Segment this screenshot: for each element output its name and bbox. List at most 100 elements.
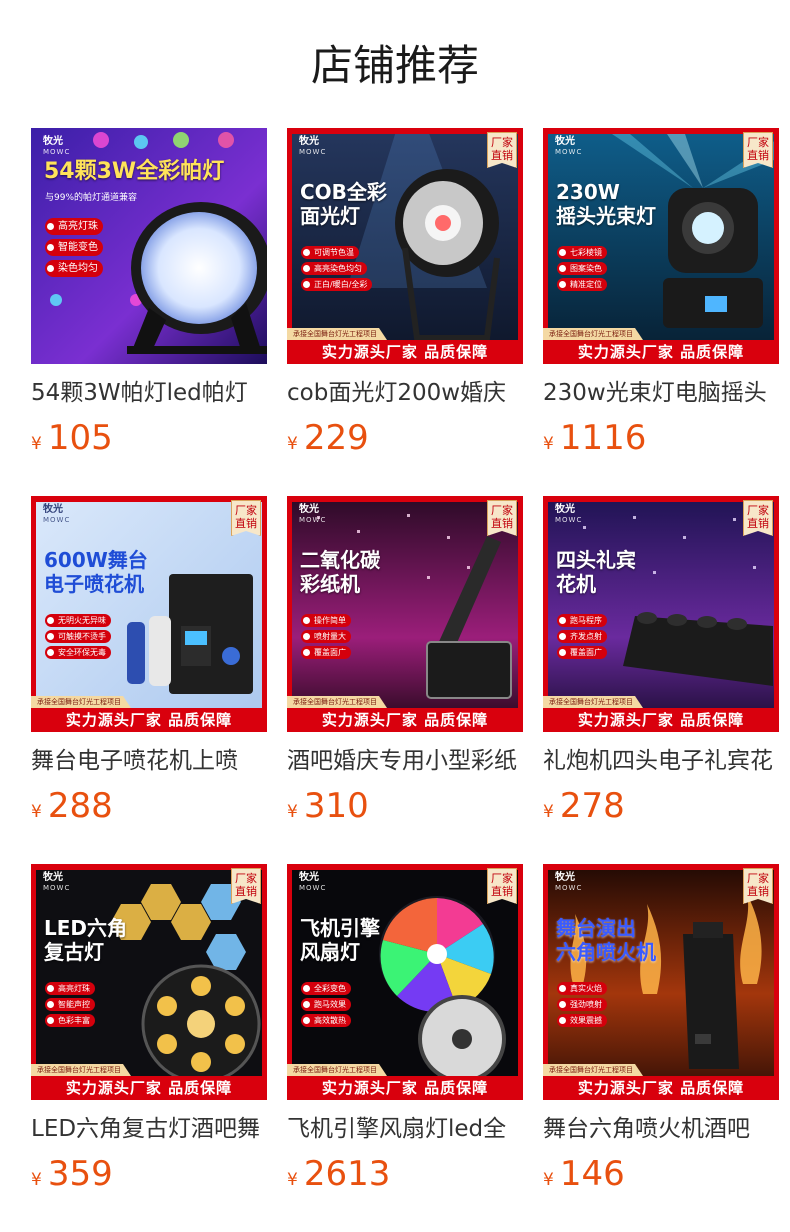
bullet-icon (47, 1001, 54, 1008)
product-image[interactable]: 厂家 直销 牧光 MOWC COB全彩 面光灯 可调节色温 高亮染色均匀 正白/暖… (287, 128, 523, 364)
feature-list: 高亮灯珠 智能声控 色彩丰富 (45, 982, 95, 1030)
price-value: 2613 (303, 1154, 391, 1194)
bullet-icon (303, 985, 310, 992)
product-image[interactable]: 厂家 直销 牧光 MOWC 600W舞台 电子喷花机 无明火无异味 可触摸不烫手 … (31, 496, 267, 732)
product-image[interactable]: 厂家 直销 牧光 MOWC 二氧化碳 彩纸机 操作简单 喷射量大 覆盖面广 承接全… (287, 496, 523, 732)
image-frame (774, 496, 779, 732)
product-headline: 飞机引擎 风扇灯 (300, 916, 380, 964)
feature-tag: 安全环保无毒 (45, 646, 111, 659)
feature-tag: 高亮灯珠 (45, 982, 95, 995)
promo-banner: 实力源头厂家 品质保障 (543, 1076, 779, 1100)
project-ribbon: 承接全国舞台灯光工程项目 (287, 696, 387, 708)
product-image[interactable]: 厂家 直销 牧光 MOWC 230W 摇头光束灯 七彩棱镜 图案染色 精准定位 承… (543, 128, 779, 364)
factory-direct-badge: 厂家 直销 (487, 500, 517, 536)
project-ribbon: 承接全国舞台灯光工程项目 (543, 696, 643, 708)
product-image[interactable]: 厂家 直销 牧光 MOWC LED六角 复古灯 高亮灯珠 智能声控 色彩丰富 承接… (31, 864, 267, 1100)
currency-symbol: ¥ (543, 434, 554, 454)
feature-tag: 全彩变色 (301, 982, 351, 995)
product-headline: 230W 摇头光束灯 (556, 180, 656, 228)
promo-banner: 实力源头厂家 品质保障 (543, 708, 779, 732)
project-ribbon: 承接全国舞台灯光工程项目 (287, 1064, 387, 1076)
brand-logo: 牧光 MOWC (555, 872, 583, 892)
brand-logo: 牧光 MOWC (43, 504, 71, 524)
feature-tag: 七彩棱镜 (557, 246, 607, 259)
product-title[interactable]: 舞台六角喷火机酒吧 (543, 1114, 779, 1144)
promo-banner: 实力源头厂家 品质保障 (287, 1076, 523, 1100)
factory-direct-badge: 厂家 直销 (487, 868, 517, 904)
product-card[interactable]: 厂家 直销 牧光 MOWC 舞台演出 六角喷火机 真实火焰 强劲喷射 效果震撼 承… (543, 864, 779, 1204)
bullet-icon (559, 281, 566, 288)
product-card[interactable]: 牧光 MOWC 54颗3W全彩帕灯 与99%的帕灯通道兼容 高亮灯珠 智能变色 染… (31, 128, 267, 468)
feature-tag: 智能变色 (45, 239, 103, 256)
feature-tag: 智能声控 (45, 998, 95, 1011)
image-frame (774, 864, 779, 1100)
brand-logo: 牧光 MOWC (299, 872, 327, 892)
product-subline: 与99%的帕灯通道兼容 (45, 193, 138, 203)
bullet-icon (559, 265, 566, 272)
product-card[interactable]: 厂家 直销 牧光 MOWC 飞机引擎 风扇灯 全彩变色 跑马效果 高效散热 承接全… (287, 864, 523, 1204)
product-price: ¥146 (543, 1154, 625, 1194)
promo-banner: 实力源头厂家 品质保障 (287, 708, 523, 732)
product-title[interactable]: 酒吧婚庆专用小型彩纸 (287, 746, 523, 776)
feature-tag: 跑马程序 (557, 614, 607, 627)
product-card[interactable]: 厂家 直销 牧光 MOWC 四头礼宾 花机 跑马程序 齐发点射 覆盖面广 承接全国… (543, 496, 779, 836)
bullet-icon (303, 265, 310, 272)
feature-list: 操作简单 喷射量大 覆盖面广 (301, 614, 351, 662)
product-title[interactable]: 飞机引擎风扇灯led全 (287, 1114, 523, 1144)
image-frame (262, 864, 267, 1100)
feature-list: 跑马程序 齐发点射 覆盖面广 (557, 614, 607, 662)
feature-tag: 齐发点射 (557, 630, 607, 643)
bullet-icon (559, 617, 566, 624)
brand-logo: 牧光 MOWC (299, 504, 327, 524)
product-card[interactable]: 厂家 直销 牧光 MOWC LED六角 复古灯 高亮灯珠 智能声控 色彩丰富 承接… (31, 864, 267, 1204)
product-image[interactable]: 厂家 直销 牧光 MOWC 舞台演出 六角喷火机 真实火焰 强劲喷射 效果震撼 承… (543, 864, 779, 1100)
product-title[interactable]: cob面光灯200w婚庆 (287, 378, 523, 408)
price-value: 146 (559, 1154, 625, 1194)
product-headline: 二氧化碳 彩纸机 (300, 548, 380, 596)
product-headline: 54颗3W全彩帕灯 (44, 159, 225, 184)
product-title[interactable]: 礼炮机四头电子礼宾花 (543, 746, 779, 776)
product-image[interactable]: 厂家 直销 牧光 MOWC 飞机引擎 风扇灯 全彩变色 跑马效果 高效散热 承接全… (287, 864, 523, 1100)
currency-symbol: ¥ (287, 1170, 298, 1190)
product-price: ¥2613 (287, 1154, 390, 1194)
feature-list: 高亮灯珠 智能变色 染色均匀 (45, 218, 103, 281)
image-frame (518, 128, 523, 364)
image-frame (262, 496, 267, 732)
price-value: 310 (303, 786, 369, 826)
feature-list: 可调节色温 高亮染色均匀 正白/暖白/全彩 (301, 246, 373, 294)
brand-logo: 牧光 MOWC (43, 136, 71, 156)
product-title[interactable]: 舞台电子喷花机上喷 (31, 746, 267, 776)
product-price: ¥310 (287, 786, 369, 826)
product-image[interactable]: 牧光 MOWC 54颗3W全彩帕灯 与99%的帕灯通道兼容 高亮灯珠 智能变色 染… (31, 128, 267, 364)
bullet-icon (303, 1001, 310, 1008)
price-value: 229 (303, 418, 369, 458)
product-card[interactable]: 厂家 直销 牧光 MOWC 230W 摇头光束灯 七彩棱镜 图案染色 精准定位 承… (543, 128, 779, 468)
brand-logo: 牧光 MOWC (555, 504, 583, 524)
product-card[interactable]: 厂家 直销 牧光 MOWC 二氧化碳 彩纸机 操作简单 喷射量大 覆盖面广 承接全… (287, 496, 523, 836)
brand-logo: 牧光 MOWC (43, 872, 71, 892)
product-card[interactable]: 厂家 直销 牧光 MOWC COB全彩 面光灯 可调节色温 高亮染色均匀 正白/暖… (287, 128, 523, 468)
bullet-icon (47, 633, 54, 640)
feature-tag: 高亮染色均匀 (301, 262, 367, 275)
promo-banner: 实力源头厂家 品质保障 (543, 340, 779, 364)
product-title[interactable]: LED六角复古灯酒吧舞 (31, 1114, 267, 1144)
section-title: 店铺推荐 (310, 41, 479, 90)
bullet-icon (559, 1001, 566, 1008)
project-ribbon: 承接全国舞台灯光工程项目 (31, 696, 131, 708)
feature-tag: 高亮灯珠 (45, 218, 103, 235)
currency-symbol: ¥ (31, 802, 42, 822)
bullet-icon (303, 617, 310, 624)
product-title[interactable]: 54颗3W帕灯led帕灯 (31, 378, 267, 408)
bullet-icon (47, 985, 54, 992)
factory-direct-badge: 厂家 直销 (743, 500, 773, 536)
product-image[interactable]: 厂家 直销 牧光 MOWC 四头礼宾 花机 跑马程序 齐发点射 覆盖面广 承接全国… (543, 496, 779, 732)
product-price: ¥1116 (543, 418, 646, 458)
bullet-icon (47, 265, 54, 272)
feature-tag: 覆盖面广 (301, 646, 351, 659)
product-card[interactable]: 厂家 直销 牧光 MOWC 600W舞台 电子喷花机 无明火无异味 可触摸不烫手 … (31, 496, 267, 836)
bullet-icon (47, 617, 54, 624)
factory-direct-badge: 厂家 直销 (487, 132, 517, 168)
product-title[interactable]: 230w光束灯电脑摇头 (543, 378, 779, 408)
price-value: 1116 (559, 418, 647, 458)
bullet-icon (303, 281, 310, 288)
